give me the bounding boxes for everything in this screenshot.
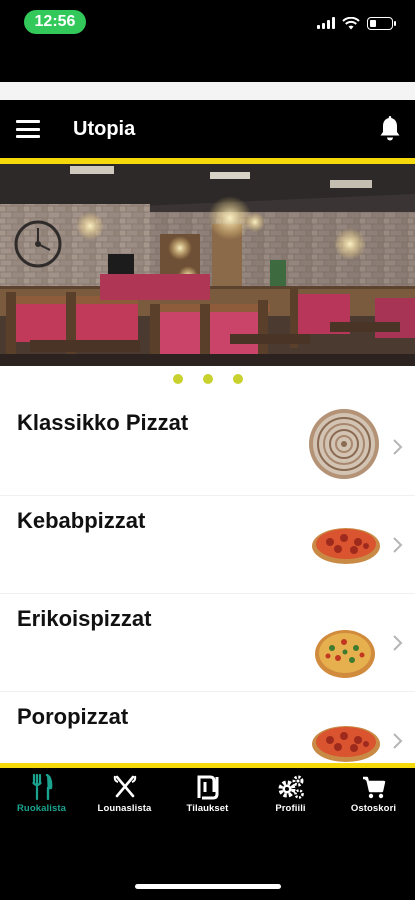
tab-label: Ruokalista <box>16 803 67 814</box>
tab-label: Lounaslista <box>97 803 152 814</box>
menu-item-label: Klassikko Pizzat <box>17 410 189 435</box>
gears-icon <box>278 775 304 799</box>
menu-item-kebabpizzat[interactable]: Kebabpizzat <box>0 496 415 594</box>
cart-icon <box>362 776 385 799</box>
menu-item-label: Kebabpizzat <box>17 508 146 533</box>
pepperoni-pizza-image <box>312 528 380 564</box>
carousel-dot[interactable] <box>172 374 183 384</box>
pepperoni-pizza-image <box>312 726 380 762</box>
tab-label: Profiili <box>275 803 306 814</box>
carousel-dot[interactable] <box>202 374 213 384</box>
tab-label: Tilaukset <box>186 803 229 814</box>
tab-ostoskori[interactable]: Ostoskori <box>332 768 415 820</box>
carousel-pagination[interactable] <box>0 374 415 384</box>
status-time: 12:56 <box>24 10 86 34</box>
hamburger-menu-icon[interactable] <box>16 120 40 140</box>
page-title: Utopia <box>73 118 136 140</box>
vegetable-pizza-image <box>315 630 375 678</box>
battery-icon <box>367 16 396 30</box>
tab-profiili[interactable]: Profiili <box>249 768 332 820</box>
tab-label: Ostoskori <box>350 803 397 814</box>
tab-tilaukset[interactable]: Tilaukset <box>166 768 249 820</box>
chevron-right-icon <box>393 537 403 553</box>
top-strip <box>0 82 415 100</box>
menu-item-label: Erikoispizzat <box>17 606 152 631</box>
chevron-right-icon <box>393 733 403 749</box>
spiral-pizza-image <box>309 409 379 479</box>
menu-item-poropizzat[interactable]: Poropizzat <box>0 692 415 766</box>
tab-lounaslista[interactable]: Lounaslista <box>83 768 166 820</box>
menu-category-list: Klassikko Pizzat Kebabpizzat Erikoispizz… <box>0 366 415 766</box>
menu-item-klassikko-pizzat[interactable]: Klassikko Pizzat <box>0 398 415 496</box>
cutlery-icon <box>31 774 52 800</box>
menu-item-erikoispizzat[interactable]: Erikoispizzat <box>0 594 415 692</box>
app-bar: Utopia <box>0 100 415 160</box>
shekel-icon <box>197 775 218 800</box>
bell-icon[interactable] <box>379 116 401 142</box>
home-indicator[interactable] <box>135 884 281 889</box>
status-bar: 12:56 <box>0 0 415 46</box>
status-icons <box>317 16 396 30</box>
wifi-icon <box>342 16 360 29</box>
bottom-tab-bar: Ruokalista Lounaslista Tilaukset Profiil… <box>0 768 415 820</box>
cellular-signal-icon <box>317 17 335 29</box>
fork-knife-cross-icon <box>113 775 136 798</box>
carousel-dot[interactable] <box>232 374 243 384</box>
tab-ruokalista[interactable]: Ruokalista <box>0 768 83 820</box>
chevron-right-icon <box>393 635 403 651</box>
menu-item-label: Poropizzat <box>17 704 129 729</box>
chevron-right-icon <box>393 439 403 455</box>
hero-restaurant-image[interactable] <box>0 164 415 366</box>
